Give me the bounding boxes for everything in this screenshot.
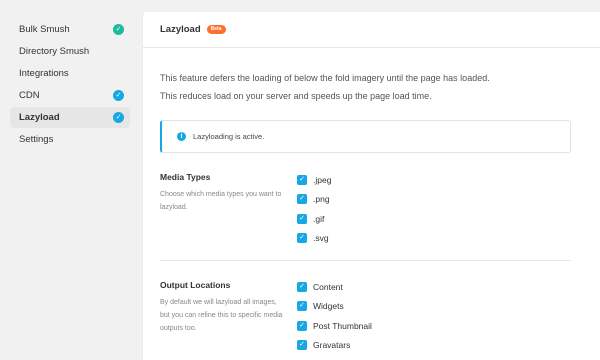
checkbox-checked-icon[interactable]: ✓ [297, 213, 307, 224]
sidebar-item-settings[interactable]: Settings [10, 129, 130, 150]
panel-header: Lazyload Beta [143, 12, 600, 48]
checkbox-checked-icon[interactable]: ✓ [297, 194, 307, 205]
checkbox-gravatars[interactable]: ✓ Gravatars [297, 336, 372, 356]
checkbox-checked-icon[interactable]: ✓ [297, 233, 307, 244]
checkbox-label: .gif [313, 213, 325, 224]
checkbox-checked-icon[interactable]: ✓ [297, 174, 307, 185]
intro-text: This feature defers the loading of below… [160, 69, 490, 105]
checkbox-label: Widgets [313, 301, 344, 312]
checkbox-png[interactable]: ✓ .png [297, 190, 331, 210]
output-location-options: ✓ Content ✓ Widgets ✓ Post Thumbnail ✓ G… [297, 277, 372, 355]
output-locations-section: Output Locations By default we will lazy… [160, 280, 571, 351]
sidebar-item-label: Bulk Smush [19, 24, 70, 35]
section-title: Media Types [160, 172, 211, 182]
check-circle-icon: ✓ [113, 112, 124, 123]
checkbox-label: Gravatars [313, 340, 351, 351]
intro-line: This reduces load on your server and spe… [160, 91, 432, 101]
sidebar-item-lazyload[interactable]: Lazyload ✓ [10, 107, 130, 128]
notice-text: Lazyloading is active. [193, 132, 265, 141]
checkbox-post-thumbnail[interactable]: ✓ Post Thumbnail [297, 316, 372, 336]
sidebar-item-label: Integrations [19, 68, 69, 79]
section-description: By default we will lazyload all images, … [160, 299, 283, 332]
checkbox-label: Post Thumbnail [313, 320, 372, 331]
sidebar-nav: Bulk Smush ✓ Directory Smush Integration… [10, 19, 130, 151]
checkbox-checked-icon[interactable]: ✓ [297, 281, 307, 292]
sidebar-item-label: Settings [19, 134, 54, 145]
sidebar-item-label: CDN [19, 90, 40, 101]
sidebar-item-bulk-smush[interactable]: Bulk Smush ✓ [10, 19, 130, 40]
checkbox-gif[interactable]: ✓ .gif [297, 209, 331, 229]
lazyload-panel: Lazyload Beta This feature defers the lo… [143, 12, 600, 360]
sidebar-item-integrations[interactable]: Integrations [10, 63, 130, 84]
checkbox-label: Content [313, 281, 343, 292]
sidebar-item-cdn[interactable]: CDN ✓ [10, 85, 130, 106]
checkbox-label: .svg [313, 233, 329, 244]
intro-line: This feature defers the loading of below… [160, 73, 490, 83]
info-icon: i [177, 132, 186, 141]
sidebar-item-label: Directory Smush [19, 46, 90, 57]
media-type-options: ✓ .jpeg ✓ .png ✓ .gif ✓ .svg [297, 170, 331, 248]
checkbox-jpeg[interactable]: ✓ .jpeg [297, 170, 331, 190]
status-notice: i Lazyloading is active. [160, 120, 571, 153]
checkbox-content[interactable]: ✓ Content [297, 277, 372, 297]
sidebar-item-label: Lazyload [19, 112, 60, 123]
checkbox-checked-icon[interactable]: ✓ [297, 301, 307, 312]
page-title: Lazyload [160, 24, 201, 35]
media-types-section: Media Types Choose which media types you… [160, 172, 571, 244]
checkbox-widgets[interactable]: ✓ Widgets [297, 297, 372, 317]
beta-badge: Beta [206, 25, 226, 34]
checkbox-svg[interactable]: ✓ .svg [297, 229, 331, 249]
section-description: Choose which media types you want to laz… [160, 191, 282, 211]
section-divider [160, 260, 571, 261]
checkbox-checked-icon[interactable]: ✓ [297, 320, 307, 331]
check-circle-icon: ✓ [113, 24, 124, 35]
checkbox-checked-icon[interactable]: ✓ [297, 340, 307, 351]
checkbox-label: .png [313, 194, 330, 205]
check-circle-icon: ✓ [113, 90, 124, 101]
sidebar-item-directory-smush[interactable]: Directory Smush [10, 41, 130, 62]
checkbox-label: .jpeg [313, 174, 332, 185]
